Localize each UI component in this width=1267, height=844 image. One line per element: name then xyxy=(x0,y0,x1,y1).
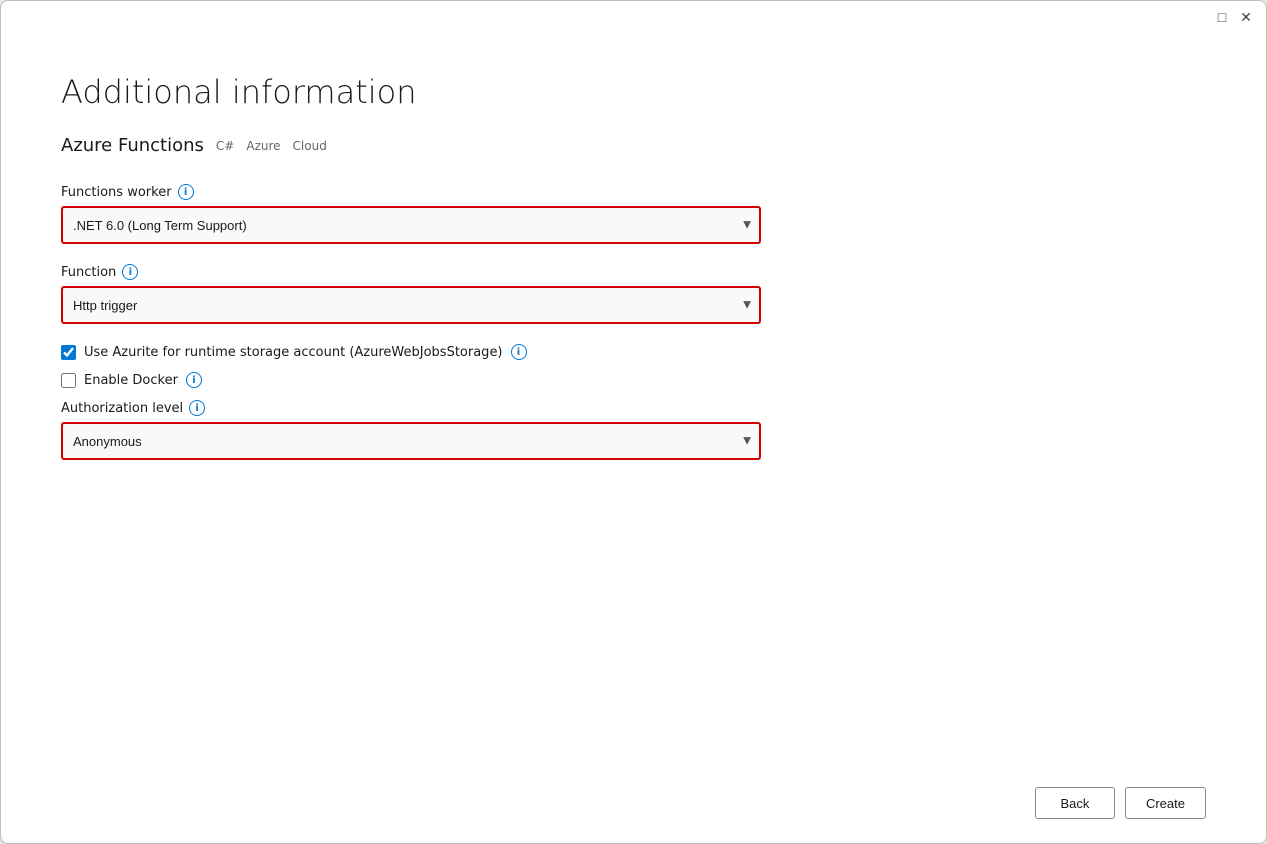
function-group: Function i Http trigger Timer trigger Qu… xyxy=(61,264,1206,324)
enable-docker-label: Enable Docker xyxy=(84,373,178,388)
use-azurite-info-icon[interactable]: i xyxy=(511,344,527,360)
title-bar: □ ✕ xyxy=(1,1,1266,33)
back-button[interactable]: Back xyxy=(1035,787,1115,819)
authorization-level-group: Authorization level i Anonymous Function… xyxy=(61,400,1206,460)
functions-worker-select-wrapper: .NET 6.0 (Long Term Support) .NET 7.0 .N… xyxy=(61,206,761,244)
use-azurite-checkbox[interactable] xyxy=(61,345,76,360)
create-button[interactable]: Create xyxy=(1125,787,1206,819)
function-info-icon[interactable]: i xyxy=(122,264,138,280)
enable-docker-info-icon[interactable]: i xyxy=(186,372,202,388)
tag-azure: Azure xyxy=(246,139,280,153)
enable-docker-checkbox[interactable] xyxy=(61,373,76,388)
functions-worker-label-text: Functions worker xyxy=(61,185,172,200)
authorization-level-select-wrapper: Anonymous Function Admin ▼ xyxy=(61,422,761,460)
subtitle-row: Azure Functions C# Azure Cloud xyxy=(61,135,1206,156)
page-title: Additional information xyxy=(61,73,1206,111)
authorization-level-label-text: Authorization level xyxy=(61,401,183,416)
function-select[interactable]: Http trigger Timer trigger Queue trigger xyxy=(61,286,761,324)
form-section: Functions worker i .NET 6.0 (Long Term S… xyxy=(61,184,1206,751)
authorization-level-label: Authorization level i xyxy=(61,400,1206,416)
functions-worker-info-icon[interactable]: i xyxy=(178,184,194,200)
functions-worker-label: Functions worker i xyxy=(61,184,1206,200)
tag-cloud: Cloud xyxy=(293,139,327,153)
function-label-text: Function xyxy=(61,265,116,280)
functions-worker-group: Functions worker i .NET 6.0 (Long Term S… xyxy=(61,184,1206,244)
main-window: □ ✕ Additional information Azure Functio… xyxy=(0,0,1267,844)
subtitle-main: Azure Functions xyxy=(61,135,204,156)
functions-worker-select[interactable]: .NET 6.0 (Long Term Support) .NET 7.0 .N… xyxy=(61,206,761,244)
authorization-level-select[interactable]: Anonymous Function Admin xyxy=(61,422,761,460)
maximize-button[interactable]: □ xyxy=(1214,9,1230,25)
use-azurite-label: Use Azurite for runtime storage account … xyxy=(84,345,503,360)
function-select-wrapper: Http trigger Timer trigger Queue trigger… xyxy=(61,286,761,324)
tag-csharp: C# xyxy=(216,139,234,153)
close-button[interactable]: ✕ xyxy=(1238,9,1254,25)
main-content: Additional information Azure Functions C… xyxy=(1,33,1266,771)
authorization-level-info-icon[interactable]: i xyxy=(189,400,205,416)
function-label: Function i xyxy=(61,264,1206,280)
footer: Back Create xyxy=(1,771,1266,843)
enable-docker-row: Enable Docker i xyxy=(61,372,1206,388)
use-azurite-row: Use Azurite for runtime storage account … xyxy=(61,344,1206,360)
